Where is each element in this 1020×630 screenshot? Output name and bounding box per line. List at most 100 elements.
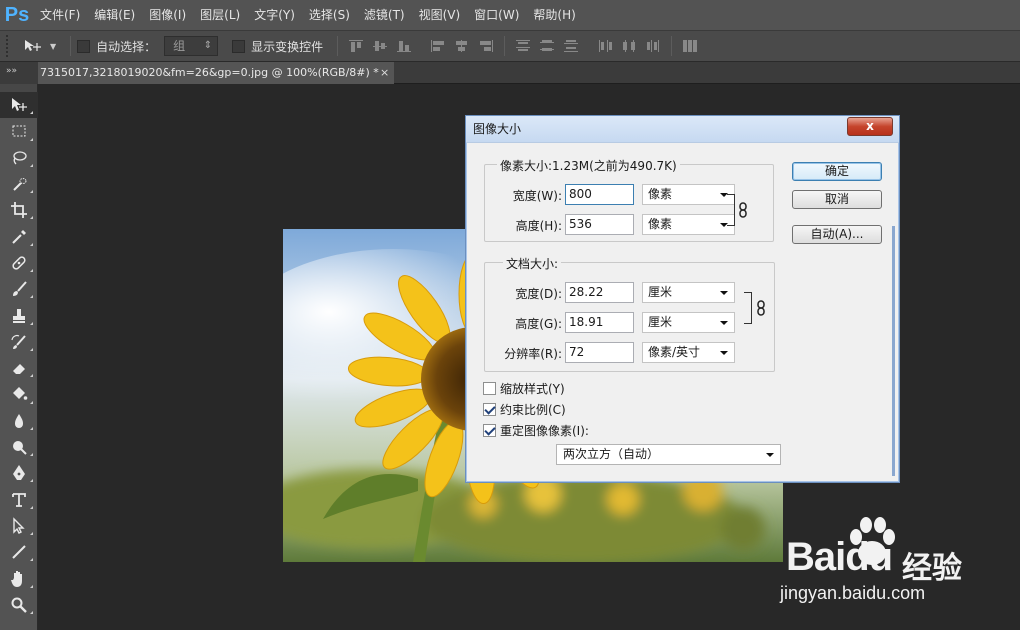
align-left-icon[interactable]	[427, 36, 449, 56]
options-divider	[70, 36, 72, 56]
resample-method-select[interactable]: 两次立方（自动）	[556, 444, 781, 465]
zoom-tool-icon[interactable]	[0, 592, 38, 618]
cancel-button[interactable]: 取消	[792, 190, 882, 209]
pixel-height-input[interactable]: 536	[565, 214, 634, 235]
menu-file[interactable]: 文件(F)	[34, 0, 86, 30]
document-tab-bar: »» 7315017,3218019020&fm=26&gp=0.jpg @ 1…	[0, 62, 1020, 84]
align-hcenter-icon[interactable]	[451, 36, 473, 56]
menu-bar: Ps 文件(F) 编辑(E) 图像(I) 图层(L) 文字(Y) 选择(S) 滤…	[0, 0, 1020, 30]
paint-bucket-tool-icon[interactable]	[0, 381, 38, 407]
align-top-icon[interactable]	[345, 36, 367, 56]
history-brush-tool-icon[interactable]	[0, 329, 38, 355]
watermark-url: jingyan.baidu.com	[780, 583, 926, 603]
pixel-width-unit-select[interactable]: 像素	[642, 184, 735, 205]
show-transform-label: 显示变换控件	[251, 39, 324, 54]
auto-align-layers-icon[interactable]	[679, 36, 701, 56]
options-divider	[337, 36, 339, 56]
options-grip[interactable]	[6, 35, 16, 57]
options-divider	[671, 36, 673, 56]
pixel-width-input[interactable]: 800	[565, 184, 634, 205]
toolbox-grip[interactable]	[0, 84, 37, 92]
doc-width-unit-select[interactable]: 厘米	[642, 282, 735, 303]
auto-select-label: 自动选择：	[96, 39, 157, 54]
healing-brush-tool-icon[interactable]	[0, 250, 38, 276]
quick-select-tool-icon[interactable]	[0, 171, 38, 197]
menu-filter[interactable]: 滤镜(T)	[358, 0, 411, 30]
resolution-unit-select[interactable]: 像素/英寸	[642, 342, 735, 363]
doc-height-unit-select[interactable]: 厘米	[642, 312, 735, 333]
dialog-right-edge	[892, 226, 895, 476]
photoshop-window: Ps 文件(F) 编辑(E) 图像(I) 图层(L) 文字(Y) 选择(S) 滤…	[0, 0, 1020, 630]
brush-tool-icon[interactable]	[0, 276, 38, 302]
lasso-tool-icon[interactable]	[0, 145, 38, 171]
distribute-left-icon[interactable]	[594, 36, 616, 56]
menu-layer[interactable]: 图层(L)	[194, 0, 246, 30]
constrain-proportions-option[interactable]: 约束比例(C)	[483, 401, 566, 418]
type-tool-icon[interactable]	[0, 486, 38, 512]
resample-label: 重定图像像素(I):	[500, 424, 589, 438]
menu-window[interactable]: 窗口(W)	[468, 0, 525, 30]
move-tool-icon[interactable]	[0, 92, 38, 119]
line-tool-icon[interactable]	[0, 539, 38, 565]
menu-type[interactable]: 文字(Y)	[248, 0, 301, 30]
eyedropper-tool-icon[interactable]	[0, 223, 38, 249]
crop-tool-icon[interactable]	[0, 197, 38, 223]
scale-styles-label: 缩放样式(Y)	[500, 382, 565, 396]
auto-select-target-dropdown[interactable]: 组	[164, 36, 219, 56]
document-tab-close-icon[interactable]: ×	[380, 62, 389, 84]
constrain-proportions-label: 约束比例(C)	[500, 403, 566, 417]
resolution-input[interactable]: 72	[565, 342, 634, 363]
resample-option[interactable]: 重定图像像素(I):	[483, 422, 589, 439]
distribute-vcenter-icon[interactable]	[536, 36, 558, 56]
auto-button[interactable]: 自动(A)...	[792, 225, 882, 244]
distribute-hcenter-icon[interactable]	[618, 36, 640, 56]
blur-tool-icon[interactable]	[0, 408, 38, 434]
marquee-tool-icon[interactable]	[0, 118, 38, 144]
dialog-close-button[interactable]: x	[847, 117, 893, 136]
doc-height-input[interactable]: 18.91	[565, 312, 634, 333]
options-bar: ▼ 自动选择： 组 显示变换控件	[0, 30, 1020, 62]
clone-stamp-tool-icon[interactable]	[0, 302, 38, 328]
menu-edit[interactable]: 编辑(E)	[88, 0, 141, 30]
doc-constrain-bracket	[744, 292, 752, 324]
doc-height-label: 高度(G):	[515, 317, 562, 331]
toolbox	[0, 84, 38, 630]
watermark-cn: 经验	[902, 551, 962, 586]
menu-select[interactable]: 选择(S)	[303, 0, 356, 30]
path-select-tool-icon[interactable]	[0, 513, 38, 539]
image-size-dialog: 图像大小 x 像素大小:1.23M(之前为490.7K) 宽度(W): 800 …	[465, 115, 900, 483]
menu-view[interactable]: 视图(V)	[413, 0, 467, 30]
distribute-right-icon[interactable]	[642, 36, 664, 56]
menu-image[interactable]: 图像(I)	[143, 0, 192, 30]
tool-preset-caret-icon[interactable]: ▼	[50, 42, 56, 51]
auto-select-checkbox[interactable]	[77, 39, 91, 53]
pixel-height-label: 高度(H):	[515, 219, 562, 233]
eraser-tool-icon[interactable]	[0, 355, 38, 381]
pixel-height-unit-select[interactable]: 像素	[642, 214, 735, 235]
dodge-tool-icon[interactable]	[0, 434, 38, 460]
dialog-title[interactable]: 图像大小	[466, 116, 899, 143]
align-bottom-icon[interactable]	[393, 36, 415, 56]
align-vcenter-icon[interactable]	[369, 36, 391, 56]
document-tab[interactable]: 7315017,3218019020&fm=26&gp=0.jpg @ 100%…	[38, 62, 394, 84]
distribute-top-icon[interactable]	[512, 36, 534, 56]
doc-width-input[interactable]: 28.22	[565, 282, 634, 303]
resolution-label: 分辨率(R):	[504, 347, 562, 361]
scale-styles-checkbox[interactable]	[483, 382, 496, 395]
paw-icon	[850, 517, 895, 565]
menu-help[interactable]: 帮助(H)	[527, 0, 581, 30]
pixel-constrain-bracket	[727, 194, 735, 226]
hand-tool-icon[interactable]	[0, 565, 38, 591]
pixel-width-label: 宽度(W):	[512, 189, 562, 203]
scale-styles-option[interactable]: 缩放样式(Y)	[483, 380, 565, 397]
resample-checkbox[interactable]	[483, 424, 496, 437]
align-right-icon[interactable]	[475, 36, 497, 56]
show-transform-checkbox[interactable]	[232, 39, 246, 53]
ok-button[interactable]: 确定	[792, 162, 882, 181]
distribute-bottom-icon[interactable]	[560, 36, 582, 56]
pen-tool-icon[interactable]	[0, 460, 38, 486]
panel-collapse-icon[interactable]: »»	[0, 62, 38, 84]
constrain-proportions-checkbox[interactable]	[483, 403, 496, 416]
move-tool-preset-icon[interactable]	[16, 35, 50, 57]
document-size-legend: 文档大小:	[503, 255, 562, 272]
